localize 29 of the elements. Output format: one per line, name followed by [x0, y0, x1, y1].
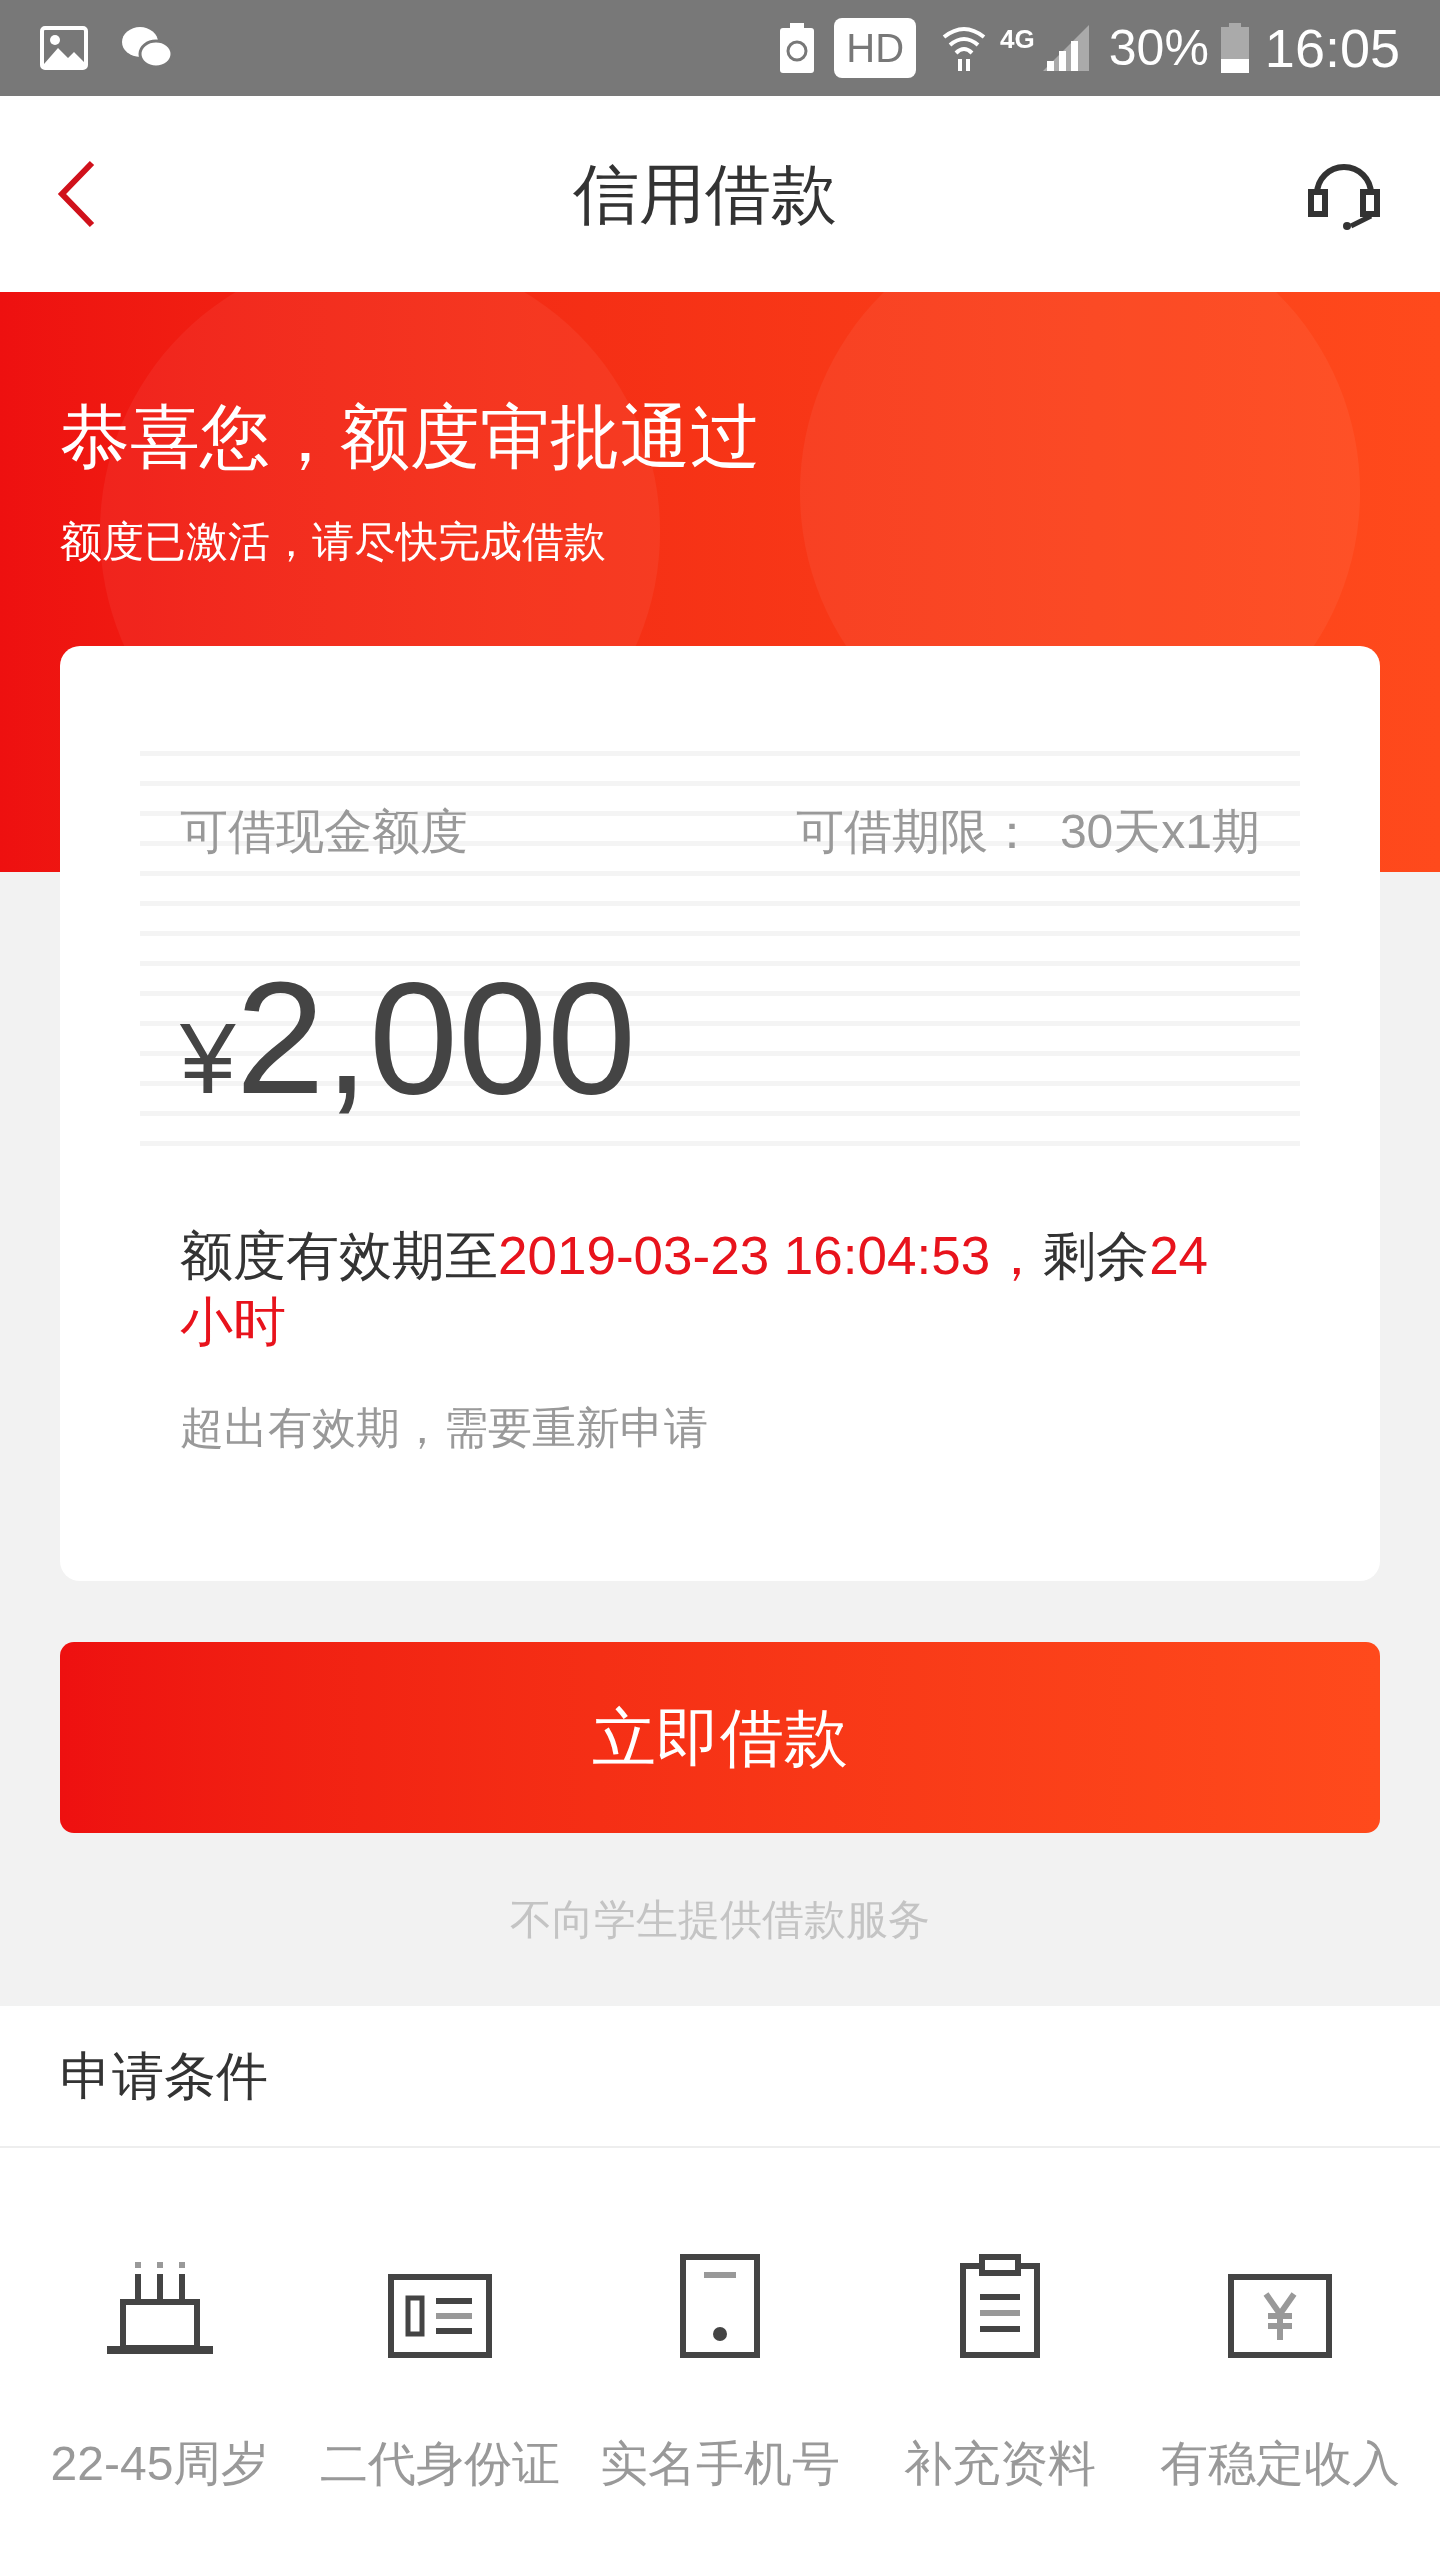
- battery-saver-icon: [780, 23, 815, 73]
- condition-label: 实名手机号: [600, 2436, 840, 2492]
- battery-icon: [1220, 23, 1249, 73]
- condition-label: 有稳定收入: [1160, 2436, 1400, 2492]
- phone-icon: [680, 2254, 760, 2358]
- image-icon: [40, 26, 88, 70]
- page-title: 信用借款: [572, 155, 838, 233]
- amount-label: 可借现金额度: [180, 804, 468, 860]
- term-label: 可借期限：: [795, 804, 1036, 860]
- approval-subtitle: 额度已激活，请尽快完成借款: [60, 517, 606, 567]
- term-value: 30天x1期: [1059, 804, 1260, 860]
- condition-label: 二代身份证: [320, 2436, 560, 2492]
- condition-label: 补充资料: [904, 2436, 1096, 2492]
- hd-badge: HD: [834, 18, 917, 78]
- validity-text: 额度有效期至2019-03-23 16:04:53，剩余24小时: [180, 1225, 1210, 1353]
- section-title: 申请条件: [60, 2046, 268, 2107]
- expiry-note: 超出有效期，需要重新申请: [180, 1402, 709, 1454]
- network-type: 4G: [1000, 23, 1035, 56]
- clock: 16:05: [1264, 16, 1400, 80]
- battery-percent: 30%: [1108, 18, 1209, 78]
- currency-symbol: ¥: [180, 1001, 236, 1116]
- id-card-icon: [388, 2274, 492, 2358]
- borrow-button[interactable]: 立即借款: [60, 1642, 1380, 1833]
- credit-amount: 2,000: [235, 958, 636, 1118]
- approval-title: 恭喜您，额度审批通过: [60, 397, 760, 478]
- money-frame-icon: [1228, 2274, 1332, 2358]
- clipboard-icon: [960, 2254, 1040, 2358]
- condition-label: 22-45周岁: [50, 2436, 270, 2492]
- signal-icon: [1042, 25, 1089, 71]
